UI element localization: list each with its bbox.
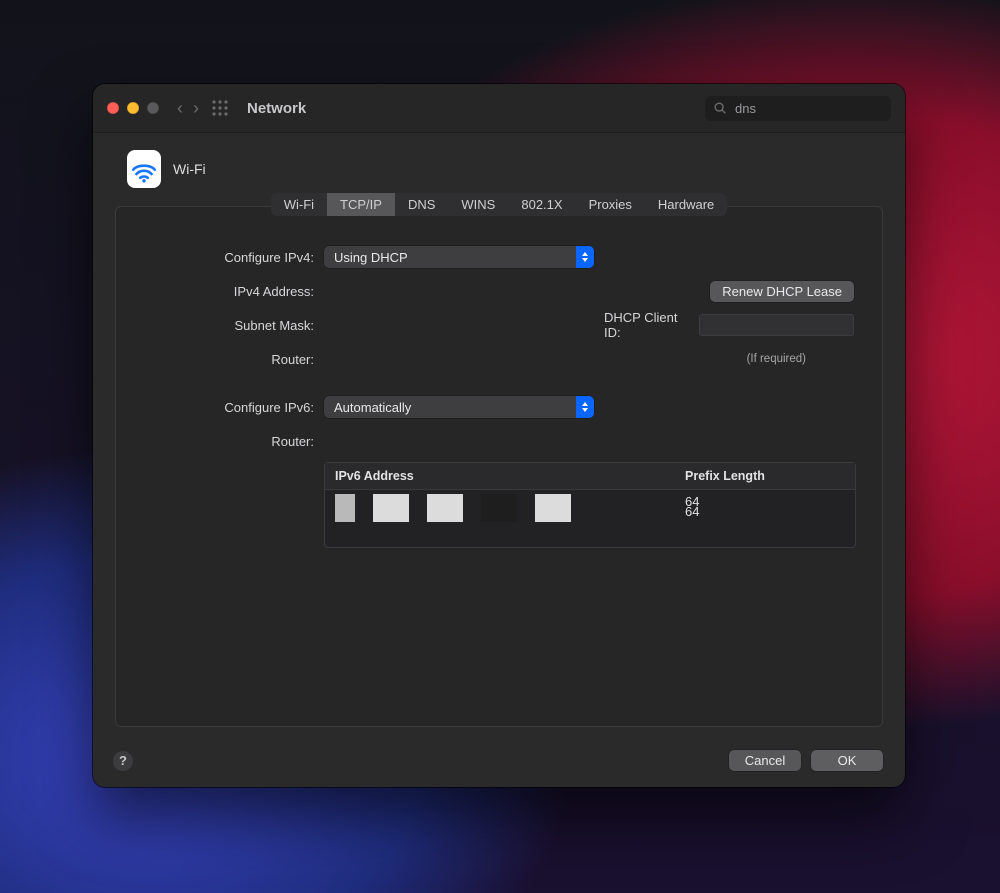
search-input[interactable] (733, 100, 905, 117)
tab-wins[interactable]: WINS (448, 193, 508, 216)
search-field[interactable]: ✕ (705, 96, 891, 121)
prefix-length-column-header: Prefix Length (685, 469, 845, 483)
help-button[interactable]: ? (113, 751, 133, 771)
connection-header: Wi-Fi (93, 132, 905, 198)
show-all-icon[interactable] (211, 99, 229, 117)
zoom-window-button[interactable] (147, 102, 159, 114)
configure-ipv6-value: Automatically (334, 400, 411, 415)
dhcp-client-id-label: DHCP Client ID: (604, 310, 689, 340)
dhcp-client-id-input[interactable] (699, 314, 854, 336)
window-title: Network (247, 100, 306, 117)
select-stepper-icon (576, 396, 594, 418)
configure-ipv4-label: Configure IPv4: (144, 250, 314, 265)
ipv4-address-label: IPv4 Address: (144, 284, 314, 299)
ipv6-address-table: IPv6 Address Prefix Length 64 64 (324, 462, 856, 548)
ok-button[interactable]: OK (811, 750, 883, 771)
ipv6-address-column-header: IPv6 Address (335, 469, 685, 483)
tab-dns[interactable]: DNS (395, 193, 448, 216)
traffic-lights (107, 102, 159, 114)
connection-name: Wi-Fi (173, 161, 206, 177)
minimize-window-button[interactable] (127, 102, 139, 114)
forward-button[interactable]: › (193, 99, 199, 117)
select-stepper-icon (576, 246, 594, 268)
renew-dhcp-button[interactable]: Renew DHCP Lease (710, 281, 854, 302)
nav-back-forward: ‹ › (177, 99, 199, 117)
configure-ipv6-select[interactable]: Automatically (324, 396, 594, 418)
tab-proxies[interactable]: Proxies (576, 193, 645, 216)
dialog-footer: ? Cancel OK (113, 750, 883, 771)
prefix-length-cell: 64 (685, 504, 845, 519)
if-required-hint: (If required) (747, 353, 806, 365)
search-icon (713, 101, 727, 115)
configure-ipv6-label: Configure IPv6: (144, 400, 314, 415)
wifi-icon (127, 150, 161, 188)
back-button[interactable]: ‹ (177, 99, 183, 117)
router-v4-label: Router: (144, 352, 314, 367)
tab-tcpip[interactable]: TCP/IP (327, 193, 395, 216)
settings-panel: Wi-Fi TCP/IP DNS WINS 802.1X Proxies Har… (115, 206, 883, 727)
titlebar: ‹ › Network ✕ (93, 84, 905, 133)
close-window-button[interactable] (107, 102, 119, 114)
tab-wifi[interactable]: Wi-Fi (271, 193, 327, 216)
network-preferences-window: ‹ › Network ✕ (93, 84, 905, 787)
cancel-button[interactable]: Cancel (729, 750, 801, 771)
subnet-mask-label: Subnet Mask: (144, 318, 314, 333)
tab-bar: Wi-Fi TCP/IP DNS WINS 802.1X Proxies Har… (116, 193, 882, 216)
tab-8021x[interactable]: 802.1X (508, 193, 575, 216)
router-v6-label: Router: (144, 434, 314, 449)
configure-ipv4-select[interactable]: Using DHCP (324, 246, 594, 268)
tab-hardware[interactable]: Hardware (645, 193, 727, 216)
configure-ipv4-value: Using DHCP (334, 250, 408, 265)
